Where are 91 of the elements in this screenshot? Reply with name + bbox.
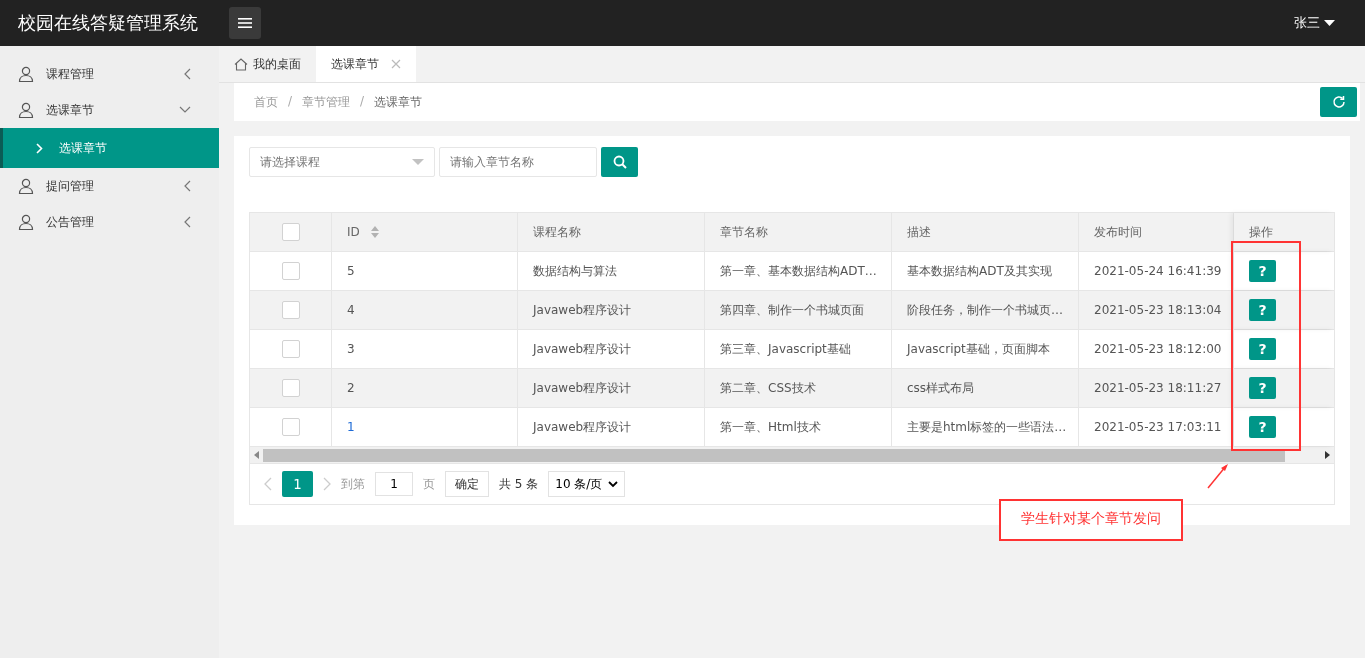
ask-question-button[interactable]: ? xyxy=(1249,416,1276,438)
previous-page-icon[interactable] xyxy=(264,477,272,491)
chevron-down-icon xyxy=(608,480,619,488)
table-cell: 2021-05-23 18:11:27 xyxy=(1094,381,1222,395)
chevron-left-icon xyxy=(183,68,191,80)
menu-icon xyxy=(238,18,252,28)
sidebar-item[interactable]: 公告管理 xyxy=(0,204,219,240)
total-count: 共 5 条 xyxy=(499,475,539,493)
chevron-down-icon xyxy=(179,106,191,114)
select-all-checkbox[interactable] xyxy=(281,223,300,241)
ask-question-button[interactable]: ? xyxy=(1249,338,1276,360)
page-label: 页 xyxy=(423,475,435,493)
app-title: 校园在线答疑管理系统 xyxy=(18,11,199,35)
table-cell: Javascript基础，页面脚本 xyxy=(907,340,1050,358)
user-icon xyxy=(18,214,34,230)
search-icon xyxy=(612,155,627,169)
table-cell: 2021-05-23 17:03:11 xyxy=(1094,420,1222,434)
user-menu[interactable]: 张三 xyxy=(1288,13,1341,33)
chapter-search-field[interactable]: 请输入章节名称 xyxy=(439,147,597,177)
goto-label: 到第 xyxy=(341,475,365,493)
table-cell: css样式布局 xyxy=(907,379,975,397)
column-header: ID xyxy=(347,225,360,239)
column-header: 描述 xyxy=(907,223,931,241)
tab[interactable]: 选课章节 xyxy=(316,46,416,82)
table-cell: 阶段任务，制作一个书城页… xyxy=(907,301,1063,319)
ask-question-button[interactable]: ? xyxy=(1249,299,1276,321)
home-icon xyxy=(234,57,248,71)
column-header: 发布时间 xyxy=(1094,223,1142,241)
ask-question-button[interactable]: ? xyxy=(1249,260,1276,282)
table-cell: 2021-05-23 18:13:04 xyxy=(1094,303,1222,317)
course-select[interactable]: 请选择课程 xyxy=(249,147,435,177)
caret-icon xyxy=(412,158,424,166)
row-checkbox[interactable] xyxy=(281,418,300,436)
table-cell: 第二章、CSS技术 xyxy=(720,379,816,397)
confirm-button[interactable]: 确定 xyxy=(445,471,489,497)
row-checkbox[interactable] xyxy=(281,262,300,280)
table-cell: 5 xyxy=(347,264,355,278)
table-cell: 1 xyxy=(347,420,355,434)
table-cell: 2 xyxy=(347,381,355,395)
annotation-note: 学生针对某个章节发问 xyxy=(999,499,1183,541)
table-cell: 基本数据结构ADT及其实现 xyxy=(907,262,1052,280)
table-cell: Javaweb程序设计 xyxy=(533,379,632,397)
sidebar-subitem[interactable]: 选课章节 xyxy=(0,128,219,168)
table-cell: Javaweb程序设计 xyxy=(533,301,632,319)
table-cell: 数据结构与算法 xyxy=(533,262,617,280)
table-cell: Javaweb程序设计 xyxy=(533,418,632,436)
table-cell: 第一章、Html技术 xyxy=(720,418,821,436)
refresh-icon xyxy=(1331,95,1346,109)
scroll-left-icon[interactable] xyxy=(254,451,259,459)
page-input[interactable]: 1 xyxy=(375,472,413,496)
scroll-right-icon[interactable] xyxy=(1325,451,1330,459)
table-cell: Javaweb程序设计 xyxy=(533,340,632,358)
breadcrumb-link[interactable]: 选课章节 xyxy=(374,93,423,111)
table-cell: 第一章、基本数据结构ADT… xyxy=(720,262,877,280)
table-cell: 3 xyxy=(347,342,355,356)
column-header: 操作 xyxy=(1249,223,1273,241)
tab[interactable]: 我的桌面 xyxy=(219,46,316,82)
row-checkbox[interactable] xyxy=(281,379,300,397)
sidebar-item[interactable]: 选课章节 xyxy=(0,92,219,128)
sort-icon[interactable] xyxy=(369,225,380,239)
table-cell: 第三章、Javascript基础 xyxy=(720,340,851,358)
sidebar-item[interactable]: 提问管理 xyxy=(0,168,219,204)
column-header: 章节名称 xyxy=(720,223,768,241)
horizontal-scrollbar[interactable] xyxy=(250,447,1334,464)
table-cell: 2021-05-23 18:12:00 xyxy=(1094,342,1222,356)
close-icon[interactable] xyxy=(391,59,401,69)
row-checkbox[interactable] xyxy=(281,340,300,358)
menu-button[interactable] xyxy=(229,7,261,39)
breadcrumb-separator: / xyxy=(288,93,293,110)
page-button[interactable]: 1 xyxy=(282,471,313,497)
row-checkbox[interactable] xyxy=(281,301,300,319)
user-icon xyxy=(18,102,34,118)
chevron-right-icon xyxy=(36,142,43,154)
column-header: 课程名称 xyxy=(533,223,581,241)
next-page-icon[interactable] xyxy=(323,477,331,491)
page-size-select[interactable]: 10 条/页 xyxy=(548,471,626,497)
search-button[interactable] xyxy=(601,147,638,177)
sidebar-item[interactable]: 课程管理 xyxy=(0,56,219,92)
table-cell: 2021-05-24 16:41:39 xyxy=(1094,264,1222,278)
annotation-arrow xyxy=(1207,463,1229,489)
caret-icon xyxy=(1324,19,1335,27)
table-cell: 第四章、制作一个书城页面 xyxy=(720,301,864,319)
breadcrumb-separator: / xyxy=(360,93,365,110)
table-cell: 主要是html标签的一些语法… xyxy=(907,418,1067,436)
refresh-button[interactable] xyxy=(1320,87,1357,117)
user-icon xyxy=(18,178,34,194)
table-cell: 4 xyxy=(347,303,355,317)
user-icon xyxy=(18,66,34,82)
ask-question-button[interactable]: ? xyxy=(1249,377,1276,399)
chevron-left-icon xyxy=(183,180,191,192)
chevron-left-icon xyxy=(183,216,191,228)
